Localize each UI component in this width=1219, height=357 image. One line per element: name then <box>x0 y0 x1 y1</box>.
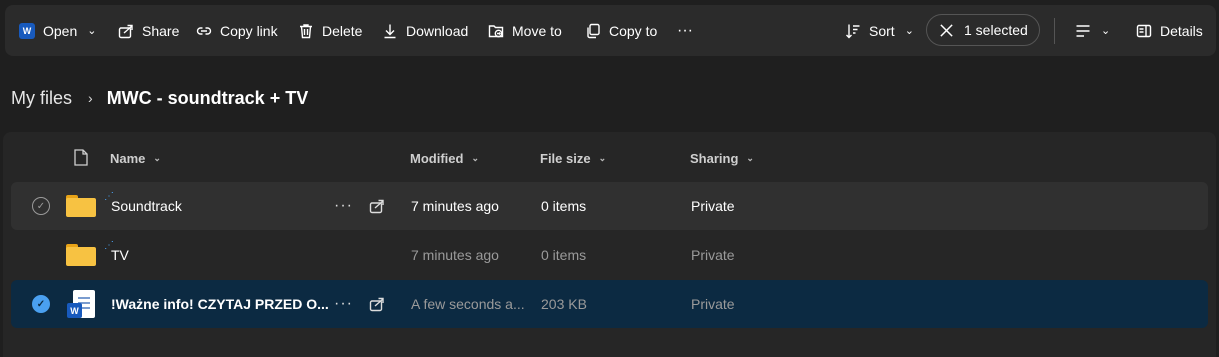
details-button[interactable]: Details <box>1136 5 1203 56</box>
sort-button[interactable]: Sort ⌄ <box>845 5 914 56</box>
share-icon <box>118 24 133 38</box>
move-to-button[interactable]: Move to <box>488 5 562 56</box>
move-to-icon <box>488 24 504 37</box>
file-modified: 7 minutes ago <box>411 198 499 214</box>
link-icon <box>196 26 212 35</box>
column-modified-label: Modified <box>410 150 464 166</box>
toolbar-divider <box>1054 18 1055 44</box>
ellipsis-icon: ··· <box>677 21 693 39</box>
close-icon[interactable] <box>939 23 954 38</box>
file-size: 0 items <box>541 198 587 214</box>
column-header-size[interactable]: File size ⌄ <box>540 148 606 168</box>
move-to-label: Move to <box>512 22 562 39</box>
share-icon[interactable] <box>369 296 385 312</box>
chevron-down-icon: ⌄ <box>471 152 479 163</box>
breadcrumb: My files › MWC - soundtrack + TV <box>11 86 308 110</box>
row-checkbox[interactable]: ✓ <box>32 197 50 215</box>
breadcrumb-my-files[interactable]: My files <box>11 88 72 109</box>
file-sharing: Private <box>691 296 735 312</box>
folder-icon <box>66 244 96 266</box>
selected-count: 1 selected <box>964 22 1028 38</box>
share-icon[interactable] <box>369 198 385 214</box>
sort-label: Sort <box>869 22 895 39</box>
copy-to-button[interactable]: Copy to <box>585 5 657 56</box>
column-header-name[interactable]: Name ⌄ <box>110 148 161 168</box>
chevron-down-icon: ⌄ <box>746 152 754 163</box>
word-icon: W <box>19 22 35 39</box>
copy-icon <box>587 23 600 38</box>
more-actions-button[interactable]: ··· <box>677 5 693 56</box>
file-sharing: Private <box>691 247 735 263</box>
delete-label: Delete <box>322 22 363 39</box>
word-badge: W <box>67 303 82 318</box>
file-name[interactable]: TV <box>111 231 129 279</box>
word-document-icon: W <box>67 290 95 320</box>
copy-link-button[interactable]: Copy link <box>196 5 278 56</box>
row-checkbox-checked[interactable]: ✓ <box>32 295 50 313</box>
ellipsis-icon[interactable]: ··· <box>334 182 353 230</box>
file-sharing: Private <box>691 198 735 214</box>
file-modified: A few seconds a... <box>411 296 525 312</box>
chevron-down-icon: ⌄ <box>153 152 161 163</box>
sort-icon <box>846 24 860 38</box>
chevron-down-icon: ⌄ <box>1101 25 1111 37</box>
table-row[interactable]: ⋰ TV 7 minutes ago 0 items Private <box>11 231 1208 279</box>
file-type-icon[interactable] <box>74 149 88 166</box>
download-icon <box>384 24 396 38</box>
breadcrumb-current-folder: MWC - soundtrack + TV <box>106 87 309 108</box>
command-bar: W Open ⌄ Share Copy link Delete Download… <box>5 5 1216 56</box>
view-options-button[interactable]: ⌄ <box>1075 5 1110 56</box>
column-sharing-label: Sharing <box>690 150 739 166</box>
chevron-right-icon: › <box>88 90 93 106</box>
share-button[interactable]: Share <box>118 5 179 56</box>
trash-icon <box>300 23 312 38</box>
list-view-icon <box>1076 24 1090 37</box>
table-row[interactable]: ✓ ⋰ Soundtrack ··· 7 minutes ago 0 items… <box>11 182 1208 230</box>
details-pane-icon <box>1136 24 1152 37</box>
details-label: Details <box>1160 22 1203 39</box>
column-header-sharing[interactable]: Sharing ⌄ <box>690 148 754 168</box>
selection-pill[interactable]: 1 selected <box>926 14 1040 46</box>
file-size: 0 items <box>541 247 587 263</box>
column-name-label: Name <box>110 150 146 166</box>
file-name[interactable]: Soundtrack <box>111 182 182 230</box>
column-header-modified[interactable]: Modified ⌄ <box>410 148 479 168</box>
chevron-down-icon: ⌄ <box>904 25 914 37</box>
download-button[interactable]: Download <box>382 5 468 56</box>
copy-to-label: Copy to <box>609 22 658 39</box>
chevron-down-icon: ⌄ <box>87 25 97 37</box>
folder-icon <box>66 195 96 217</box>
download-label: Download <box>406 22 469 39</box>
file-name[interactable]: !Ważne info! CZYTAJ PRZED O... <box>111 280 329 328</box>
share-label: Share <box>142 22 180 39</box>
column-size-label: File size <box>540 150 591 166</box>
table-row[interactable]: ✓ W !Ważne info! CZYTAJ PRZED O... ··· A… <box>11 280 1208 328</box>
chevron-down-icon: ⌄ <box>598 152 607 163</box>
delete-button[interactable]: Delete <box>298 5 362 56</box>
ellipsis-icon[interactable]: ··· <box>334 280 353 328</box>
open-label: Open <box>43 22 78 39</box>
file-modified: 7 minutes ago <box>411 247 499 263</box>
file-size: 203 KB <box>541 296 587 312</box>
copy-link-label: Copy link <box>220 22 278 39</box>
open-button[interactable]: W Open ⌄ <box>19 5 96 56</box>
